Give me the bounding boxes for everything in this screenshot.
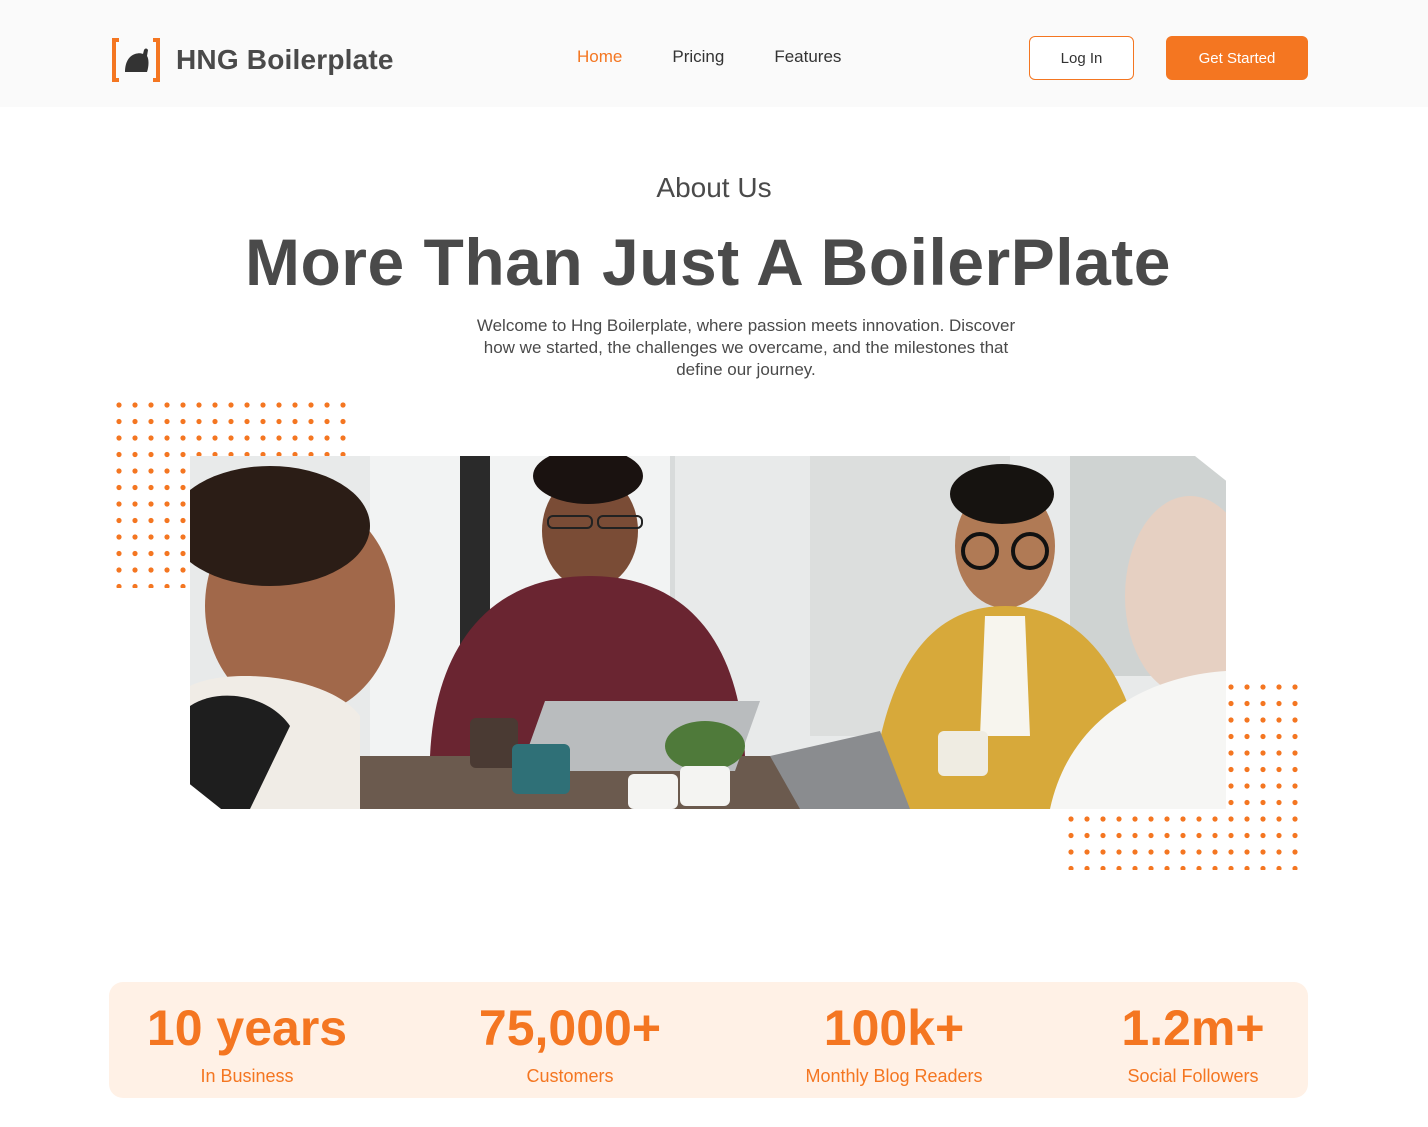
stat-value: 75,000+ [478, 1000, 662, 1056]
nav-home[interactable]: Home [577, 47, 622, 67]
stat-label: In Business [200, 1066, 294, 1086]
team-photo-illustration [190, 456, 1226, 809]
stat-label: Customers [526, 1066, 614, 1086]
page-title: More Than Just A BoilerPlate [245, 225, 1171, 299]
get-started-button[interactable]: Get Started [1166, 36, 1308, 80]
nav-pricing[interactable]: Pricing [672, 47, 724, 67]
stat-item: 100k+ Monthly Blog Readers [793, 996, 995, 1087]
stat-value: 10 years [146, 1000, 348, 1056]
main-nav: Home Pricing Features [577, 47, 841, 67]
brand-name: HNG Boilerplate [176, 44, 394, 75]
section-eyebrow: About Us [656, 172, 772, 203]
stat-value: 100k+ [823, 1000, 965, 1056]
site-header: HNG Boilerplate Home Pricing Features Lo… [0, 0, 1428, 107]
stat-item: 1.2m+ Social Followers [1107, 996, 1279, 1087]
team-meeting-photo [190, 456, 1226, 809]
nav-features[interactable]: Features [774, 47, 841, 67]
hero-description: Welcome to Hng Boilerplate, where passio… [476, 316, 1016, 379]
stat-item: 75,000+ Customers [459, 996, 681, 1087]
stat-item: 10 years In Business [133, 996, 361, 1087]
logo-icon [112, 38, 160, 82]
brand-logo[interactable]: HNG Boilerplate [111, 38, 394, 82]
stat-label: Monthly Blog Readers [805, 1066, 983, 1086]
stat-label: Social Followers [1127, 1066, 1259, 1086]
login-button[interactable]: Log In [1029, 36, 1134, 80]
stats-bar: 10 years In Business 75,000+ Customers 1… [109, 982, 1308, 1098]
stat-value: 1.2m+ [1121, 1000, 1265, 1056]
